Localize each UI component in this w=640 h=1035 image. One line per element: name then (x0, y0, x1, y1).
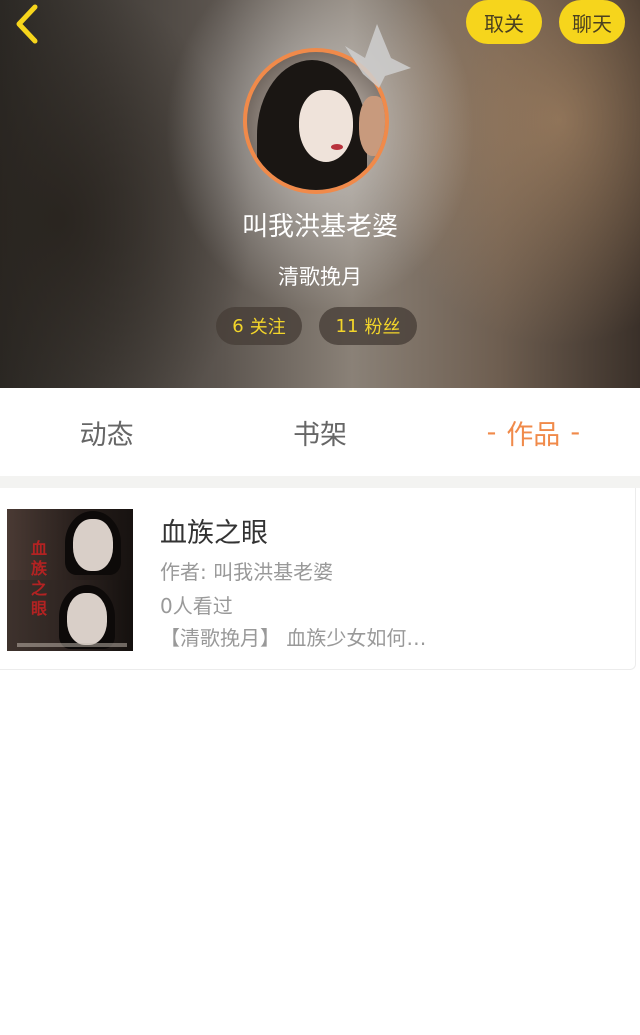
unfollow-button[interactable]: 取关 (466, 0, 542, 44)
user-nickname: 叫我洪基老婆 (241, 212, 398, 242)
profile-header: 取关 聊天 叫我洪基老婆 清歌挽月 6 关注 11 粉丝 (0, 0, 640, 388)
cover-title-text: 血族之眼 (31, 539, 48, 618)
fans-count-button[interactable]: 11 粉丝 (319, 307, 417, 345)
fans-label: 粉丝 (364, 317, 401, 338)
tab-label: 作品 (506, 419, 561, 451)
work-cover-image: 血族之眼 (7, 509, 133, 651)
work-title: 血族之眼 (160, 518, 268, 549)
work-description: 【清歌挽月】 血族少女如何… (160, 626, 427, 650)
user-signature: 清歌挽月 (278, 265, 362, 289)
following-count: 6 (232, 315, 244, 337)
work-card[interactable]: 血族之眼 血族之眼 作者: 叫我洪基老婆 0人看过 【清歌挽月】 血族少女如何… (0, 488, 636, 670)
work-view-count: 0人看过 (160, 594, 233, 618)
tab-works[interactable]: - 作品 - (427, 388, 640, 476)
chevron-left-icon (16, 4, 38, 44)
profile-tabs: 动态 书架 - 作品 - (0, 388, 640, 476)
chat-button[interactable]: 聊天 (559, 0, 625, 44)
following-count-button[interactable]: 6 关注 (216, 307, 302, 345)
fans-count: 11 (335, 315, 359, 337)
crown-icon (345, 24, 411, 88)
tab-active-indicator-left: - (486, 416, 497, 448)
tab-active-indicator-right: - (570, 416, 581, 448)
back-button[interactable] (6, 2, 46, 46)
tab-label: 书架 (292, 419, 347, 451)
tab-label: 动态 (79, 419, 134, 451)
section-divider (0, 476, 640, 488)
following-label: 关注 (249, 317, 286, 338)
tab-bookshelf[interactable]: 书架 (213, 388, 426, 476)
work-author: 作者: 叫我洪基老婆 (160, 560, 334, 584)
tab-moments[interactable]: 动态 (0, 388, 213, 476)
